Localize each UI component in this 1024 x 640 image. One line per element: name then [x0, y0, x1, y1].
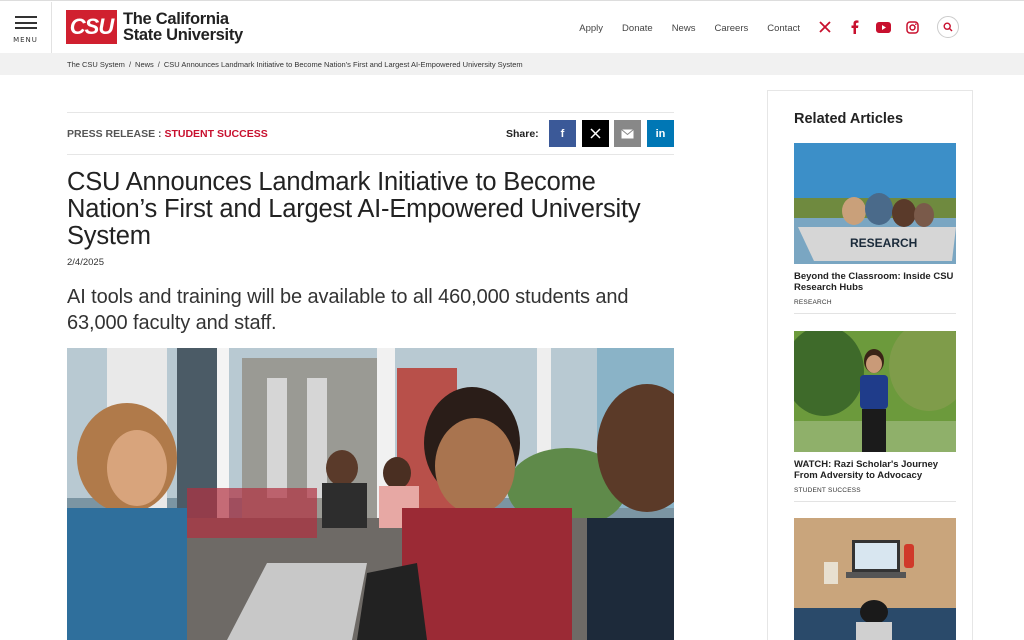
divider	[794, 313, 956, 314]
linkedin-icon: in	[655, 127, 666, 140]
nav-news[interactable]: News	[672, 23, 696, 34]
share-label: Share:	[506, 128, 539, 140]
card-category-research[interactable]: RESEARCH	[794, 299, 832, 306]
logo-line-2: State University	[123, 26, 243, 44]
share-facebook-button[interactable]: f	[549, 120, 576, 147]
social-links	[814, 16, 930, 38]
breadcrumb-home[interactable]: The CSU System	[67, 60, 125, 69]
facebook-icon[interactable]	[843, 16, 865, 38]
share-linkedin-button[interactable]: in	[647, 120, 674, 147]
nav-apply[interactable]: Apply	[579, 23, 603, 34]
mail-icon	[621, 128, 634, 138]
nav-donate[interactable]: Donate	[622, 23, 653, 34]
article-subhead: AI tools and training will be available …	[67, 286, 629, 334]
nav-contact[interactable]: Contact	[767, 23, 800, 34]
card-image-research[interactable]: RESEARCH	[794, 143, 956, 264]
breadcrumb-bar: The CSU System / News / CSU Announces Landma…	[0, 53, 1024, 75]
nav-careers[interactable]: Careers	[714, 23, 748, 34]
research-boat-photo: RESEARCH	[794, 143, 956, 264]
menu-button[interactable]: MENU	[0, 2, 52, 54]
scholar-portrait-photo	[794, 331, 956, 452]
boat-label: RESEARCH	[850, 236, 917, 250]
breadcrumb: The CSU System / News / CSU Announces Landma…	[67, 60, 523, 69]
breadcrumb-current: CSU Announces Landmark Initiative to Bec…	[163, 60, 523, 69]
share-email-button[interactable]	[614, 120, 641, 147]
site-header: MENU CSU The California State University…	[0, 0, 1024, 54]
kicker-category[interactable]: STUDENT SUCCESS	[164, 128, 267, 140]
logo-line-1: The California	[123, 10, 229, 28]
card-category-razi-scholar[interactable]: STUDENT SUCCESS	[794, 487, 861, 494]
instagram-icon[interactable]	[901, 16, 923, 38]
menu-label: MENU	[13, 35, 38, 44]
divider	[67, 112, 674, 113]
csu-logo[interactable]: CSU The California State University	[66, 10, 243, 44]
card-title-research[interactable]: Beyond the Classroom: Inside CSU Researc…	[794, 271, 956, 293]
share-x-button[interactable]	[582, 120, 609, 147]
search-icon	[943, 22, 953, 32]
card-title-razi-scholar[interactable]: WATCH: Razi Scholar's Journey From Adver…	[794, 459, 956, 481]
breadcrumb-news[interactable]: News	[135, 60, 154, 69]
kicker-type: PRESS RELEASE :	[67, 128, 165, 140]
article-kicker: PRESS RELEASE : STUDENT SUCCESS	[67, 128, 268, 140]
facebook-icon: f	[560, 127, 565, 140]
hero-image	[67, 348, 674, 640]
divider	[67, 154, 674, 155]
logo-mark: CSU	[66, 10, 117, 44]
hamburger-icon	[14, 13, 37, 33]
card-image-razi-scholar[interactable]	[794, 331, 956, 452]
top-nav: Apply Donate News Careers Contact	[579, 23, 800, 34]
article-headline: CSU Announces Landmark Initiative to Bec…	[67, 168, 641, 250]
students-photo	[67, 348, 674, 640]
x-icon[interactable]	[814, 16, 836, 38]
logo-wordmark: The California State University	[123, 10, 243, 44]
laptop-desk-photo	[794, 518, 956, 640]
x-icon	[590, 128, 601, 139]
search-button[interactable]	[937, 16, 959, 38]
divider	[794, 501, 956, 502]
article-date: 2/4/2025	[67, 257, 104, 268]
related-articles-title: Related Articles	[794, 111, 904, 127]
youtube-icon[interactable]	[872, 16, 894, 38]
card-image-laptop[interactable]	[794, 518, 956, 640]
